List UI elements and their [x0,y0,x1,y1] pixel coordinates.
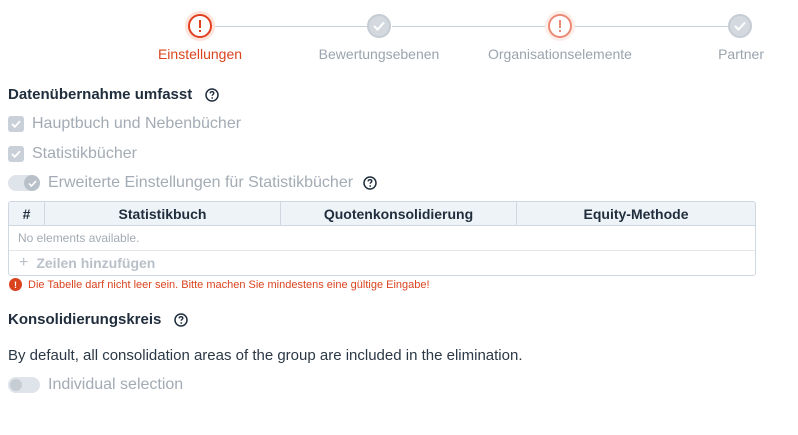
consolidation-description: By default, all consolidation areas of t… [8,347,523,364]
toggle-switch[interactable] [8,175,40,191]
column-header-equity-methode[interactable]: Equity-Methode [517,202,755,225]
error-icon [188,14,212,38]
column-header-statistikbuch[interactable]: Statistikbuch [45,202,281,225]
validation-error: ! Die Tabelle darf nicht leer sein. Bitt… [9,278,430,291]
help-icon[interactable] [363,176,377,190]
add-row-label: Zeilen hinzufügen [36,255,156,271]
check-icon [728,14,752,38]
step-bewertungsebenen[interactable]: Bewertungsebenen [279,14,479,62]
step-label: Partner [718,46,764,62]
validation-error-text: Die Tabelle darf nicht leer sein. Bitte … [28,278,430,291]
toggle-advanced-settings[interactable]: Erweiterte Einstellungen für Statistikbü… [8,174,377,192]
section-title-text: Datenübernahme umfasst [8,86,193,103]
empty-state-text: No elements available. [9,226,755,251]
checkbox-statistikbuecher[interactable]: Statistikbücher [8,145,137,163]
step-partner[interactable]: Partner [640,14,798,62]
checkbox-checked-icon[interactable] [8,146,24,162]
section-title-consolidation: Konsolidierungskreis [8,311,189,328]
step-label: Organisationselemente [488,46,632,62]
step-label: Bewertungsebenen [318,46,440,62]
add-row-button[interactable]: + Zeilen hinzufügen [9,251,755,275]
step-label: Einstellungen [157,46,243,62]
section-title-text: Konsolidierungskreis [8,311,162,328]
toggle-label: Individual selection [48,376,184,393]
toggle-knob [8,377,24,393]
error-icon: ! [9,278,22,291]
checkbox-hauptbuch[interactable]: Hauptbuch und Nebenbücher [8,115,241,133]
section-title-data-transfer: Datenübernahme umfasst [8,86,219,103]
toggle-label: Erweiterte Einstellungen für Statistikbü… [48,174,354,191]
error-icon [548,14,572,38]
toggle-check-icon [24,175,40,191]
checkbox-checked-icon[interactable] [8,116,24,132]
step-einstellungen[interactable]: Einstellungen [100,14,300,62]
statistikbuch-table: # Statistikbuch Quotenkonsolidierung Equ… [8,201,756,276]
checkbox-label: Hauptbuch und Nebenbücher [32,115,242,132]
toggle-individual-selection[interactable]: Individual selection [8,376,183,394]
plus-icon: + [19,254,29,271]
column-header-index: # [9,202,45,225]
help-icon[interactable] [174,312,189,327]
toggle-switch[interactable] [8,377,40,393]
wizard-stepper: Einstellungen Bewertungsebenen Organisat… [0,0,798,70]
column-header-quotenkonsolidierung[interactable]: Quotenkonsolidierung [281,202,517,225]
help-icon[interactable] [205,87,219,102]
checkbox-label: Statistikbücher [32,145,137,162]
step-organisationselemente[interactable]: Organisationselemente [460,14,660,62]
check-icon [367,14,391,38]
table-header: # Statistikbuch Quotenkonsolidierung Equ… [9,202,755,226]
